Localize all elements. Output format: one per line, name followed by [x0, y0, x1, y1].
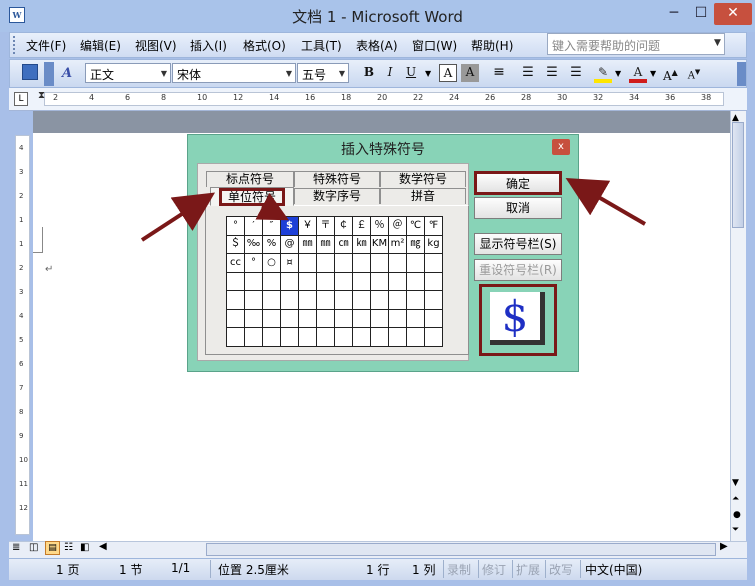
annotation-arrows — [140, 177, 647, 242]
arrow-to-units-tab — [140, 192, 216, 242]
arrow-to-dollar-symbol — [255, 192, 289, 221]
arrow-to-ok-button — [565, 177, 647, 226]
